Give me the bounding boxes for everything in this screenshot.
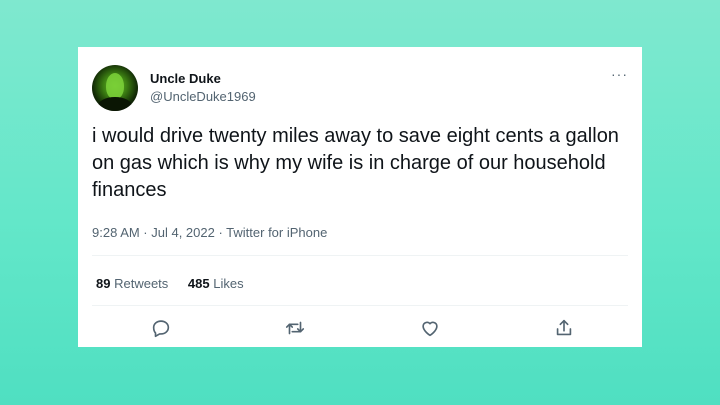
- retweets-stat[interactable]: 89 Retweets: [96, 276, 172, 291]
- like-button[interactable]: [419, 317, 441, 339]
- tweet-card: Uncle Duke @UncleDuke1969 ··· i would dr…: [78, 47, 642, 347]
- more-options-icon[interactable]: ···: [611, 67, 628, 81]
- like-icon: [422, 321, 438, 337]
- engagement-stats: 89 Retweets 485 Likes: [96, 276, 260, 291]
- tweet-text: i would drive twenty miles away to save …: [92, 125, 619, 201]
- tweet-metadata: 9:28 AM · Jul 4, 2022 · Twitter for iPho…: [92, 225, 328, 240]
- user-handle[interactable]: @UncleDuke1969: [150, 89, 256, 104]
- retweets-count: 89: [96, 276, 111, 291]
- likes-count: 485: [187, 276, 210, 291]
- likes-label: Likes: [213, 276, 244, 291]
- divider: [92, 305, 628, 306]
- reply-icon: [152, 320, 170, 338]
- divider: [92, 255, 628, 256]
- retweets-label: Retweets: [114, 276, 169, 291]
- retweet-icon: [285, 321, 305, 335]
- retweet-button[interactable]: [284, 317, 306, 339]
- action-bar: [78, 317, 642, 341]
- avatar-shoulders: [98, 97, 132, 111]
- share-button[interactable]: [553, 317, 575, 339]
- likes-stat[interactable]: 485 Likes: [188, 276, 244, 291]
- share-icon: [556, 319, 572, 336]
- display-name[interactable]: Uncle Duke: [150, 71, 221, 86]
- reply-button[interactable]: [150, 317, 172, 339]
- avatar-face: [106, 73, 124, 99]
- avatar[interactable]: [92, 65, 138, 111]
